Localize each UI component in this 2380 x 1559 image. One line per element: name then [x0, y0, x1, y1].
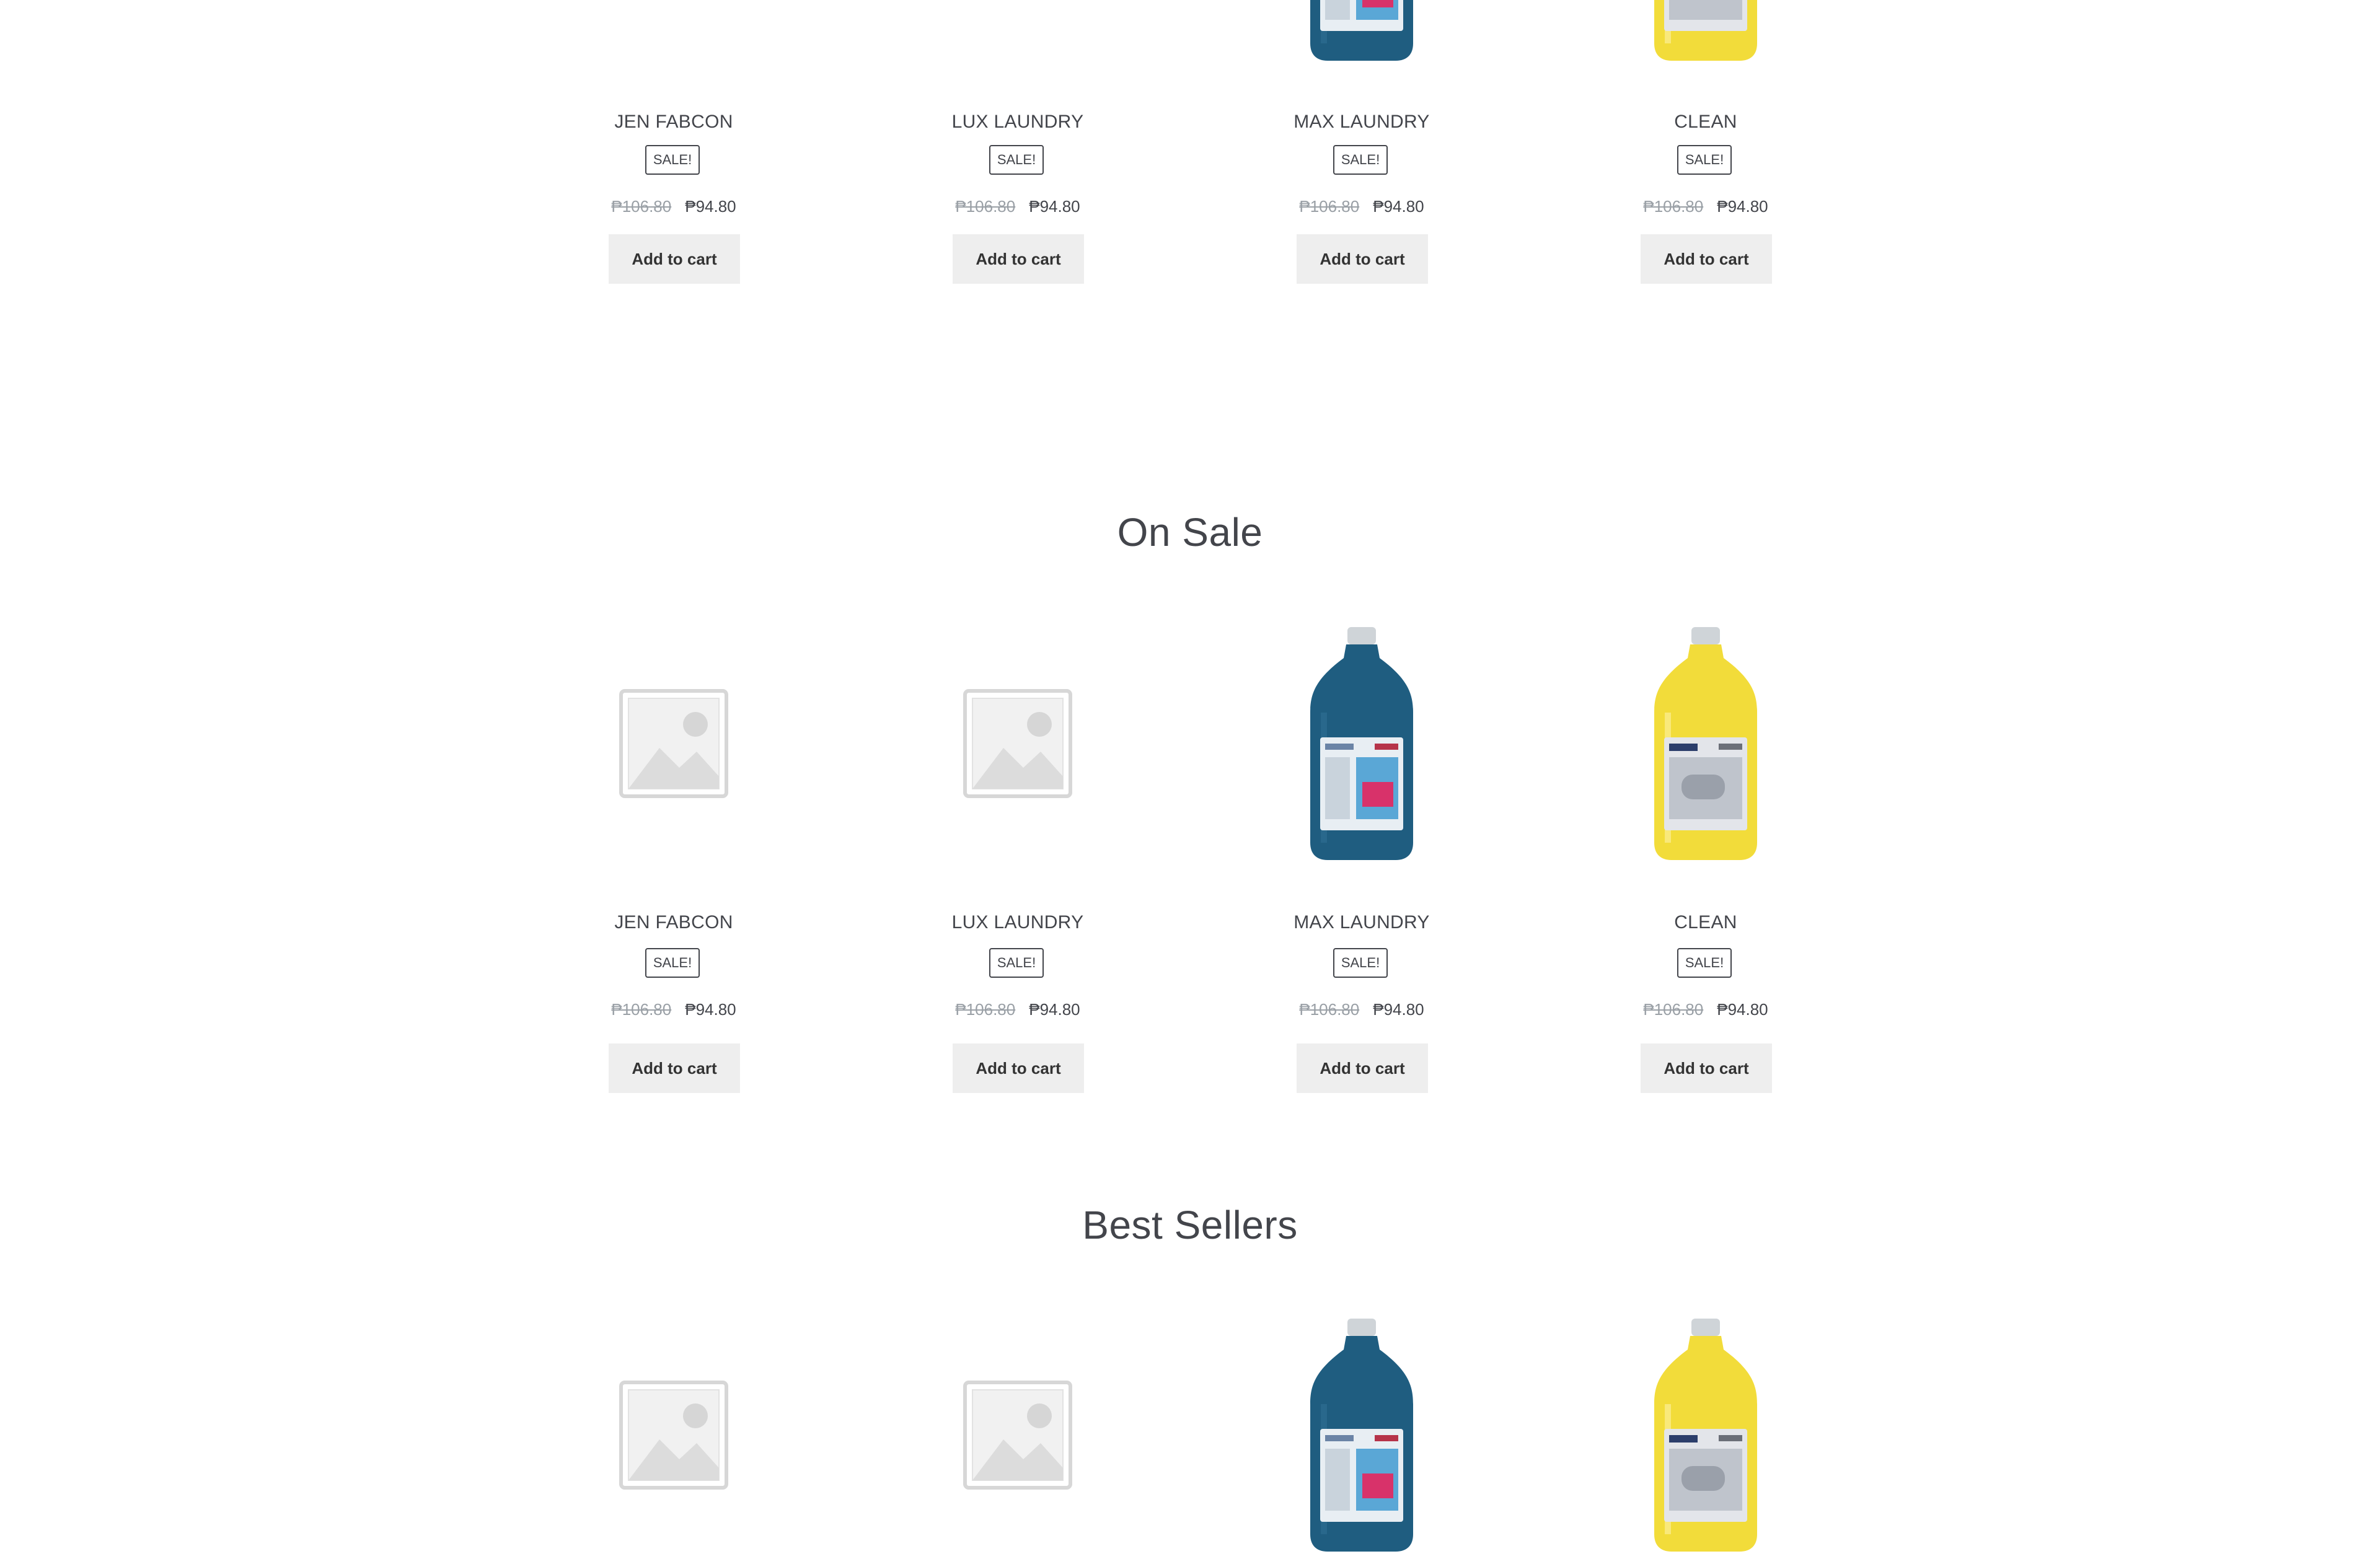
add-to-cart-button[interactable]: Add to cart — [609, 234, 740, 284]
product-title[interactable]: CLEAN — [1563, 912, 1848, 933]
product-price: ₱106.80 ₱94.80 — [531, 1000, 816, 1019]
product-image-placeholder[interactable] — [875, 0, 1160, 68]
product-price: ₱106.80 ₱94.80 — [875, 197, 1160, 216]
image-placeholder-icon — [619, 689, 728, 798]
blue-bottle-icon — [1310, 0, 1413, 61]
product-title[interactable]: LUX LAUNDRY — [875, 912, 1160, 933]
sale-badge: SALE! — [1333, 948, 1388, 978]
sale-badge: SALE! — [1333, 145, 1388, 175]
blue-bottle-icon — [1310, 1319, 1413, 1552]
add-to-cart-button[interactable]: Add to cart — [953, 1043, 1084, 1093]
regular-price: ₱106.80 — [1299, 197, 1360, 216]
product-title[interactable]: LUX LAUNDRY — [875, 112, 1160, 133]
add-to-cart-button[interactable]: Add to cart — [1297, 1043, 1428, 1093]
add-to-cart-button[interactable]: Add to cart — [1641, 234, 1772, 284]
product-image-blue-bottle[interactable] — [1219, 0, 1504, 68]
product-image-placeholder[interactable] — [531, 1311, 816, 1559]
regular-price: ₱106.80 — [1643, 197, 1704, 216]
add-to-cart-button[interactable]: Add to cart — [1641, 1043, 1772, 1093]
yellow-bottle-icon — [1654, 0, 1757, 61]
product-image-placeholder[interactable] — [531, 620, 816, 867]
product-image-yellow-bottle[interactable] — [1563, 1311, 1848, 1559]
sale-badge: SALE! — [645, 145, 700, 175]
product-image-placeholder[interactable] — [531, 0, 816, 68]
regular-price: ₱106.80 — [611, 197, 672, 216]
product-image-blue-bottle[interactable] — [1219, 1311, 1504, 1559]
image-placeholder-icon — [615, 0, 733, 3]
product-price: ₱106.80 ₱94.80 — [531, 197, 816, 216]
product-title[interactable]: JEN FABCON — [531, 912, 816, 933]
image-placeholder-icon — [963, 689, 1072, 798]
yellow-bottle-icon — [1654, 1319, 1757, 1552]
section-title: Best Sellers — [1082, 1203, 1298, 1247]
product-title[interactable]: CLEAN — [1563, 112, 1848, 133]
product-price: ₱106.80 ₱94.80 — [1219, 1000, 1504, 1019]
image-placeholder-icon — [619, 1381, 728, 1490]
sale-badge: SALE! — [989, 145, 1044, 175]
section-title: On Sale — [1117, 510, 1263, 555]
sale-price: ₱94.80 — [1373, 1000, 1424, 1019]
image-placeholder-icon — [959, 0, 1077, 3]
sale-price: ₱94.80 — [1029, 197, 1080, 216]
product-title[interactable]: MAX LAUNDRY — [1219, 912, 1504, 933]
blue-bottle-icon — [1310, 627, 1413, 860]
sale-price: ₱94.80 — [1029, 1000, 1080, 1019]
sale-price: ₱94.80 — [685, 1000, 736, 1019]
product-price: ₱106.80 ₱94.80 — [1563, 197, 1848, 216]
product-image-yellow-bottle[interactable] — [1563, 0, 1848, 68]
image-placeholder-icon — [963, 1381, 1072, 1490]
yellow-bottle-icon — [1654, 627, 1757, 860]
sale-price: ₱94.80 — [1717, 1000, 1768, 1019]
add-to-cart-button[interactable]: Add to cart — [609, 1043, 740, 1093]
sale-badge: SALE! — [645, 948, 700, 978]
product-price: ₱106.80 ₱94.80 — [1563, 1000, 1848, 1019]
product-title[interactable]: MAX LAUNDRY — [1219, 112, 1504, 133]
sale-badge: SALE! — [1677, 145, 1732, 175]
product-image-placeholder[interactable] — [875, 1311, 1160, 1559]
add-to-cart-button[interactable]: Add to cart — [953, 234, 1084, 284]
regular-price: ₱106.80 — [1643, 1000, 1704, 1019]
product-image-placeholder[interactable] — [875, 620, 1160, 867]
product-price: ₱106.80 ₱94.80 — [875, 1000, 1160, 1019]
product-title[interactable]: JEN FABCON — [531, 112, 816, 133]
product-image-blue-bottle[interactable] — [1219, 620, 1504, 867]
sale-price: ₱94.80 — [1717, 197, 1768, 216]
sale-badge: SALE! — [1677, 948, 1732, 978]
add-to-cart-button[interactable]: Add to cart — [1297, 234, 1428, 284]
sale-price: ₱94.80 — [685, 197, 736, 216]
regular-price: ₱106.80 — [611, 1000, 672, 1019]
regular-price: ₱106.80 — [955, 1000, 1016, 1019]
product-price: ₱106.80 ₱94.80 — [1219, 197, 1504, 216]
sale-badge: SALE! — [989, 948, 1044, 978]
product-image-yellow-bottle[interactable] — [1563, 620, 1848, 867]
regular-price: ₱106.80 — [955, 197, 1016, 216]
sale-price: ₱94.80 — [1373, 197, 1424, 216]
regular-price: ₱106.80 — [1299, 1000, 1360, 1019]
